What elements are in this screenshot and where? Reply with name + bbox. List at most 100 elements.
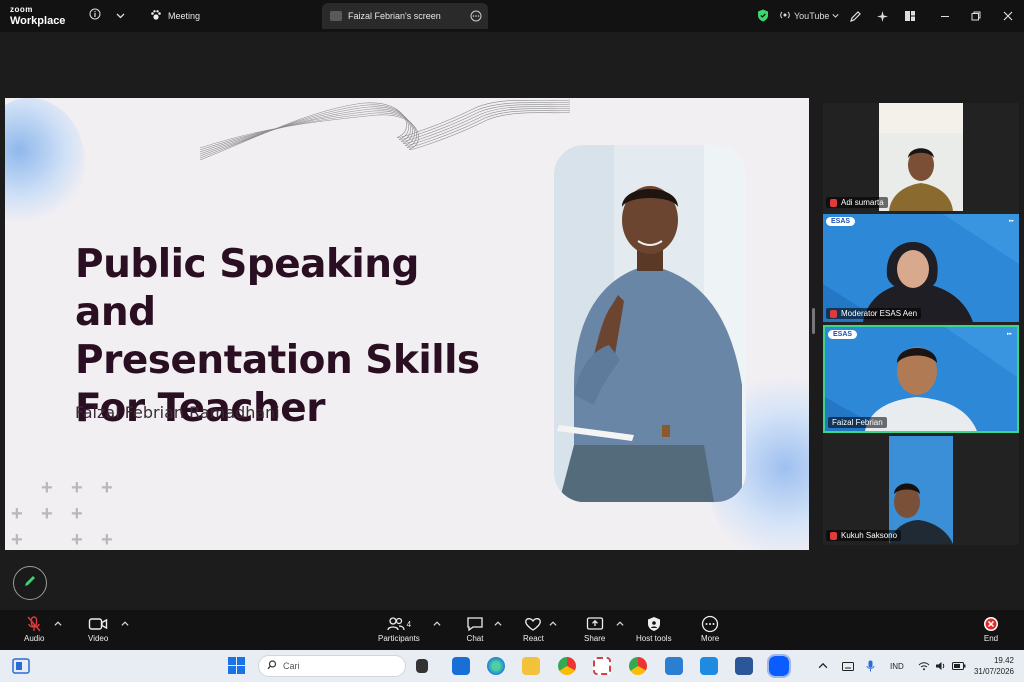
close-icon[interactable] [1003, 0, 1013, 32]
microphone-icon[interactable] [866, 650, 875, 682]
windows-start-icon[interactable] [228, 657, 245, 679]
video-button[interactable]: Video [88, 614, 108, 643]
esas-logo: ESAS [826, 217, 856, 226]
chevron-up-icon[interactable] [54, 620, 62, 630]
pen-icon[interactable] [849, 0, 862, 32]
esas-logo: ESAS [828, 330, 858, 339]
speaker-photo [554, 145, 746, 502]
annotate-button[interactable] [13, 566, 47, 600]
taskbar-search[interactable]: Cari [258, 655, 406, 677]
slide-presenter-name: Faizal Febrian Ramadhani [75, 403, 280, 422]
tab-shared-screen[interactable]: Faizal Febrian's screen [322, 3, 488, 29]
screen-share-icon [330, 11, 342, 21]
shield-icon [646, 614, 662, 634]
participant-tile[interactable]: Adi sumarta [823, 103, 1019, 211]
audio-button[interactable]: Audio [24, 614, 44, 643]
clock-date: 31/07/2026 [973, 667, 1014, 676]
participant-tile[interactable]: Kukuh Saksono [823, 436, 1019, 544]
participants-label: Participants [378, 634, 420, 643]
decorative-plus: + [11, 503, 23, 525]
chevron-up-icon[interactable] [616, 620, 624, 630]
edge-browser-icon[interactable] [487, 657, 505, 675]
photos-app-icon[interactable] [665, 657, 683, 675]
security-shield[interactable] [757, 0, 769, 32]
tray-chevron-up-icon[interactable] [818, 650, 828, 682]
participant-tile[interactable]: ESAS ▸▸ Moderator ESAS Aen [823, 214, 1019, 322]
participant-name-tag: Moderator ESAS Aen [826, 308, 922, 319]
training-logo: ▸▸ [1006, 331, 1012, 337]
participant-video [889, 436, 953, 544]
decorative-plus: + [71, 477, 83, 499]
battery-icon[interactable] [952, 650, 966, 682]
sparkle-ai-icon[interactable] [876, 0, 889, 32]
react-label: React [523, 634, 544, 643]
chevron-up-icon[interactable] [121, 620, 129, 630]
participant-tile-active-speaker[interactable]: ESAS ▸▸ Faizal Febrian [823, 325, 1019, 433]
end-button[interactable]: End [983, 614, 999, 643]
decorative-plus: + [71, 503, 83, 525]
host-tools-button[interactable]: Host tools [636, 614, 672, 643]
chrome-icon[interactable] [558, 657, 576, 675]
more-options-icon[interactable] [470, 10, 482, 24]
taskbar-clock[interactable]: 19.42 31/07/2026 [974, 655, 1014, 677]
decorative-plus: + [71, 529, 83, 550]
mic-muted-icon [830, 309, 837, 318]
zoom-logo: zoom Workplace [10, 5, 66, 27]
decorative-blob [5, 98, 85, 228]
more-label: More [701, 634, 720, 643]
minimize-icon[interactable] [940, 0, 950, 32]
chat-button[interactable]: Chat [466, 614, 484, 643]
wifi-icon[interactable] [918, 650, 930, 682]
chevron-down-icon[interactable] [116, 9, 125, 23]
chevron-up-icon[interactable] [494, 620, 502, 630]
chevron-down-icon [832, 11, 839, 21]
chevron-up-icon[interactable] [433, 620, 441, 630]
heart-icon [524, 614, 542, 634]
more-button[interactable]: More [701, 614, 719, 643]
panel-resize-handle[interactable] [812, 308, 815, 334]
training-logo: ▸▸ [1008, 218, 1014, 224]
share-button[interactable]: Share [584, 614, 605, 643]
snipping-tool-icon[interactable] [593, 657, 611, 675]
decorative-plus: + [11, 529, 23, 550]
chevron-up-icon[interactable] [549, 620, 557, 630]
mic-muted-icon [830, 531, 837, 540]
search-placeholder: Cari [283, 661, 300, 671]
participant-video [879, 103, 963, 211]
tab-meeting[interactable]: Meeting [142, 3, 208, 29]
restore-icon[interactable] [971, 0, 981, 32]
decorative-plus: + [41, 477, 53, 499]
layout-view-icon[interactable] [904, 0, 916, 32]
word-icon[interactable] [735, 657, 753, 675]
meeting-toolbar: Audio Video 4 Participants Chat React Sh… [0, 610, 1024, 650]
paw-icon [150, 9, 162, 23]
decorative-plus: + [101, 529, 113, 550]
search-icon [267, 660, 277, 672]
participants-count: 4 [406, 619, 412, 629]
chrome-profile-icon[interactable] [629, 657, 647, 675]
video-label: Video [88, 634, 109, 643]
keyboard-icon[interactable] [842, 650, 854, 682]
media-player-icon[interactable] [700, 657, 718, 675]
volume-icon[interactable] [935, 650, 947, 682]
zoom-window: zoom Workplace Meeting Faizal Febrian's … [0, 0, 1024, 682]
pencil-icon [23, 574, 37, 593]
task-view-icon[interactable] [12, 658, 30, 679]
store-app-icon[interactable] [452, 657, 470, 675]
title-bar: zoom Workplace Meeting Faizal Febrian's … [0, 0, 1024, 32]
chat-icon [466, 614, 484, 634]
youtube-stream-button[interactable]: YouTube [780, 0, 839, 32]
chat-label: Chat [466, 634, 484, 643]
info-icon[interactable] [89, 8, 101, 23]
file-explorer-icon[interactable] [522, 657, 540, 675]
shield-icon [757, 9, 769, 24]
share-label: Share [584, 634, 606, 643]
participants-button[interactable]: 4 Participants [378, 614, 420, 643]
react-button[interactable]: React [523, 614, 544, 643]
zoom-app-icon[interactable] [767, 654, 791, 678]
mic-muted-icon [25, 614, 43, 634]
widget-app-icon[interactable] [416, 659, 428, 673]
decorative-wave-lines [199, 99, 571, 161]
language-indicator[interactable]: IND [890, 650, 904, 682]
logo-text-bottom: Workplace [10, 15, 66, 27]
